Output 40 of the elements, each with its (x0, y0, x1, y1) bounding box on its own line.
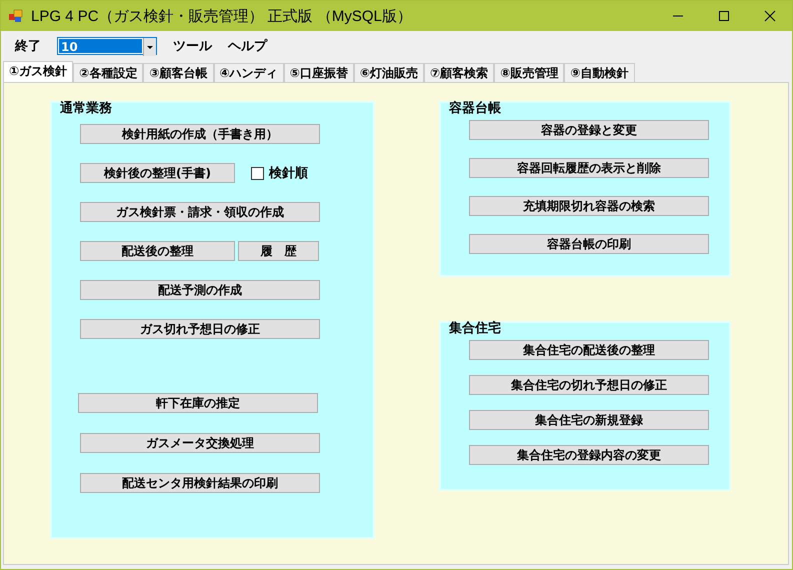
menu-item[interactable]: ツール (173, 37, 212, 55)
checkbox[interactable] (251, 166, 264, 180)
action-button[interactable]: 充填期限切れ容器の検索 (469, 196, 709, 216)
action-button[interactable]: 集合住宅の切れ予想日の修正 (469, 375, 709, 395)
action-button[interactable]: 容器回転履歴の表示と削除 (469, 158, 709, 178)
tab[interactable]: ②各種設定 (73, 63, 144, 82)
action-button[interactable]: 検針後の整理(手書) (80, 163, 235, 183)
window-title: LPG 4 PC（ガス検針・販売管理） 正式版 （MySQL版） (31, 6, 412, 26)
action-button[interactable]: 配送予測の作成 (80, 280, 320, 300)
tab[interactable]: ①ガス検針 (3, 61, 74, 82)
action-button[interactable]: 検針用紙の作成（手書き用） (80, 124, 320, 144)
tab[interactable]: ⑥灯油販売 (354, 63, 424, 82)
action-button[interactable]: 配送センタ用検針結果の印刷 (80, 473, 320, 493)
maximize-icon[interactable] (718, 10, 730, 22)
action-button[interactable]: ガス検針票・請求・領収の作成 (80, 202, 320, 222)
app-icon (9, 9, 23, 23)
action-button[interactable]: 軒下在庫の推定 (78, 393, 318, 413)
tab[interactable]: ⑤口座振替 (284, 63, 354, 82)
checkbox-label: 検針順 (269, 165, 308, 182)
history-button[interactable]: 履 歴 (238, 241, 319, 261)
action-button[interactable]: ガスメータ交換処理 (80, 433, 320, 453)
tab[interactable]: ⑨自動検針 (564, 63, 635, 82)
group-title: 集合住宅 (448, 321, 502, 337)
tab[interactable]: ④ハンディ (214, 63, 284, 82)
group-title: 容器台帳 (448, 101, 502, 117)
dropdown[interactable]: 10 (57, 37, 157, 55)
tab[interactable]: ③顧客台帳 (143, 63, 214, 82)
menu-item[interactable]: ヘルプ (228, 37, 267, 55)
action-button[interactable]: 容器の登録と変更 (469, 120, 709, 140)
group-title: 通常業務 (59, 101, 113, 117)
action-button[interactable]: 集合住宅の登録内容の変更 (469, 445, 709, 465)
action-button[interactable]: 配送後の整理 (80, 241, 235, 261)
tab[interactable]: ⑦顧客検索 (424, 63, 494, 82)
action-button[interactable]: ガス切れ予想日の修正 (80, 319, 320, 339)
tab[interactable]: ⑧販売管理 (494, 63, 564, 82)
action-button[interactable]: 集合住宅の新規登録 (469, 410, 709, 430)
action-button[interactable]: 集合住宅の配送後の整理 (469, 340, 709, 360)
action-button[interactable]: 容器台帳の印刷 (469, 234, 709, 254)
menu-item[interactable]: 終了 (15, 37, 41, 55)
close-icon[interactable] (764, 10, 776, 22)
